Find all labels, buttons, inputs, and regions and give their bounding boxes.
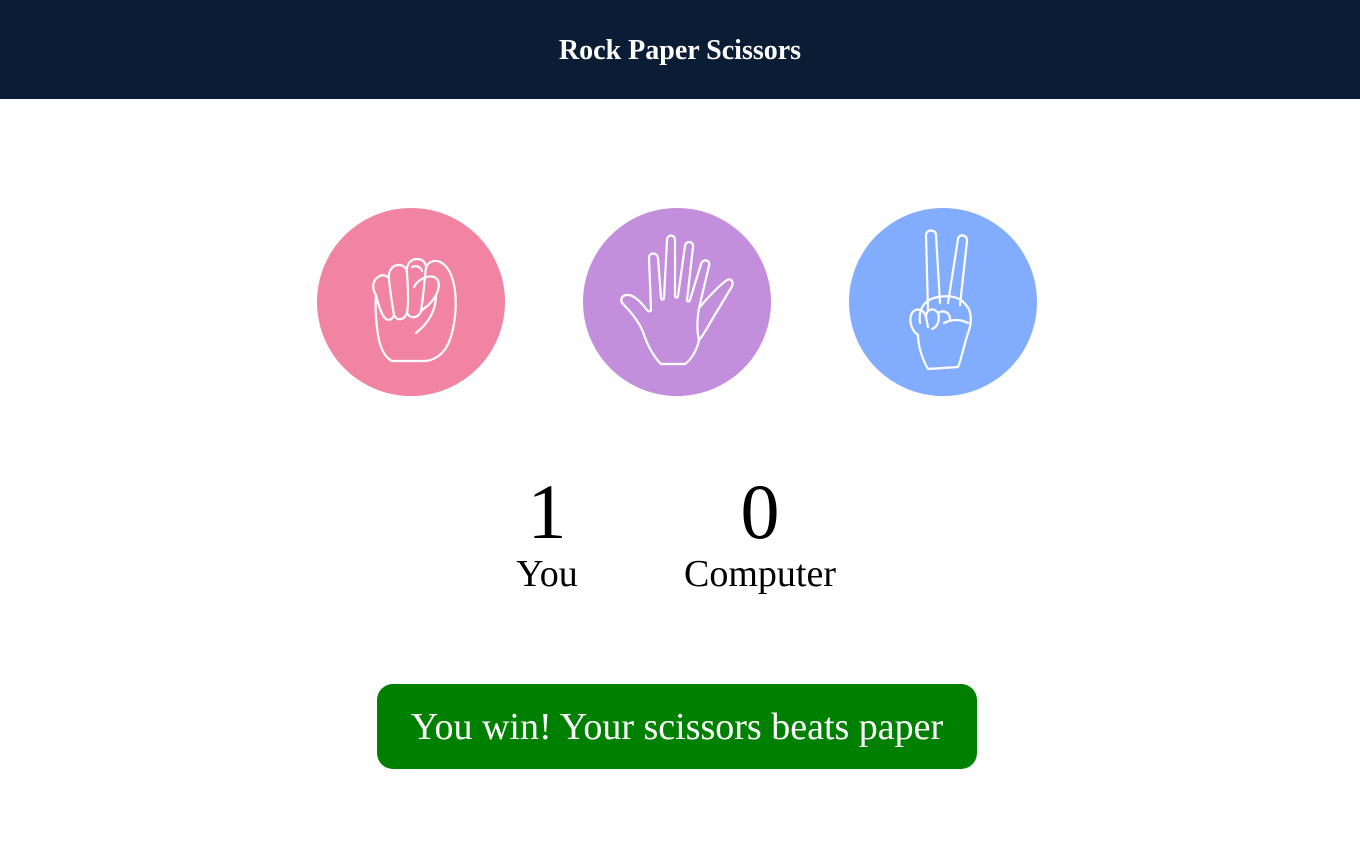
scissors-choice-button[interactable] xyxy=(849,208,1037,396)
app-title: Rock Paper Scissors xyxy=(558,34,802,66)
paper-choice-button[interactable] xyxy=(583,208,771,396)
player-score-label: You xyxy=(516,553,578,595)
peace-hand-icon xyxy=(909,229,972,371)
player-score: 1 You xyxy=(497,466,597,594)
computer-score-value: 0 xyxy=(740,468,780,555)
rock-choice-button[interactable] xyxy=(317,208,505,396)
player-score-value: 1 xyxy=(527,468,567,555)
result-banner: You win! Your scissors beats paper xyxy=(377,684,977,769)
fist-icon xyxy=(372,257,457,363)
computer-score-label: Computer xyxy=(684,553,836,595)
app-header: Rock Paper Scissors xyxy=(0,0,1360,99)
open-hand-icon xyxy=(620,234,734,366)
result-message: You win! Your scissors beats paper xyxy=(410,705,944,748)
computer-score: 0 Computer xyxy=(660,466,860,594)
